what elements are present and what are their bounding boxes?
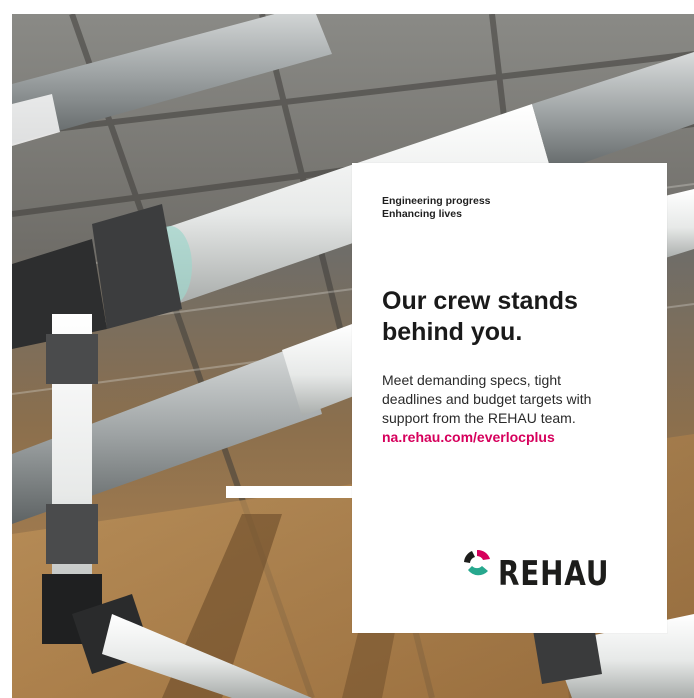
rehau-logo: REHAU — [460, 540, 650, 594]
ad-frame: Engineering progress Enhancing lives Our… — [0, 0, 694, 698]
tagline: Engineering progress Enhancing lives — [382, 195, 491, 221]
rehau-logo-mark-icon — [464, 549, 490, 576]
body-text: Meet demanding specs, tight deadlines an… — [382, 371, 657, 447]
headline-line-1: Our crew stands — [382, 287, 578, 315]
body-line-3: support from the REHAU team. — [382, 410, 576, 426]
tagline-line-1: Engineering progress — [382, 195, 491, 207]
tagline-line-2: Enhancing lives — [382, 208, 462, 220]
body-line-2: deadlines and budget targets with — [382, 391, 592, 407]
website-link[interactable]: na.rehau.com/everlocplus — [382, 429, 555, 445]
headline: Our crew stands behind you. — [382, 286, 652, 348]
accent-bar-white — [226, 486, 352, 498]
body-line-1: Meet demanding specs, tight — [382, 372, 561, 388]
brand-wordmark: REHAU — [498, 554, 610, 594]
ad-card: Engineering progress Enhancing lives Our… — [352, 163, 667, 633]
headline-line-2: behind you. — [382, 318, 523, 346]
